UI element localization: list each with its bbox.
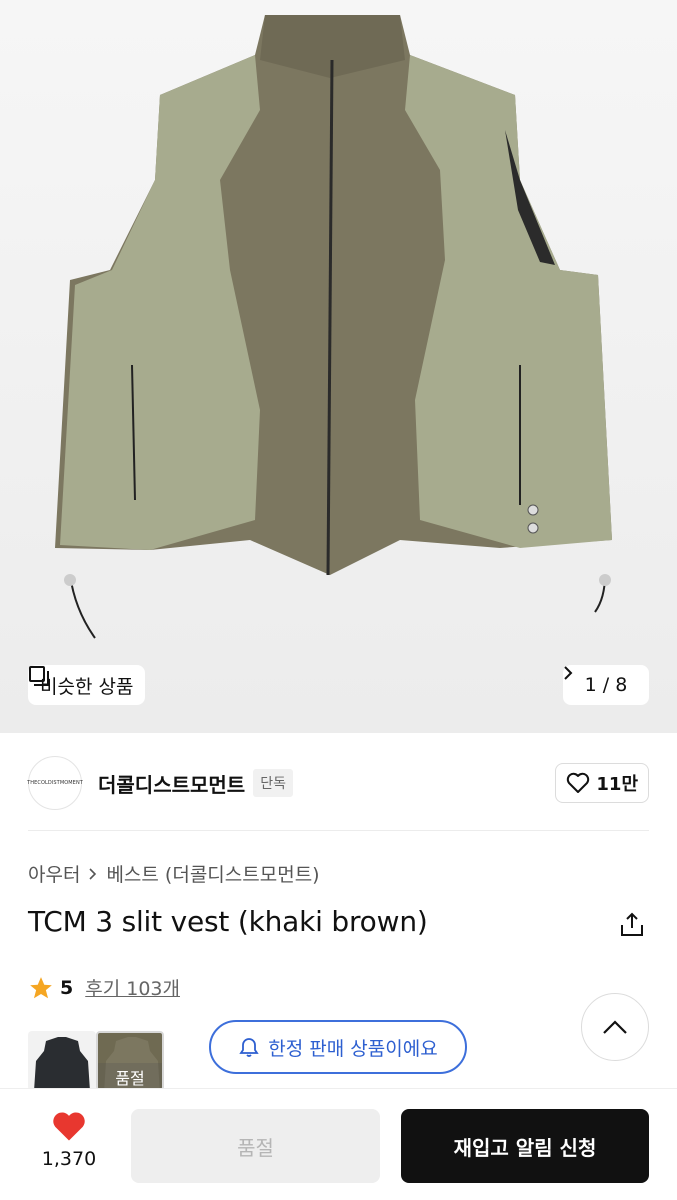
share-icon[interactable] [618,911,646,939]
breadcrumb: 아우터 베스트 (더콜디스트모먼트) [28,860,320,887]
wishlist-count: 1,370 [41,1148,97,1170]
rating-score: 5 [60,976,74,999]
similar-products-button[interactable]: 비슷한 상품 [28,665,146,705]
soldout-button[interactable]: 품절 [131,1109,380,1183]
chevron-right-icon [564,666,573,680]
limited-sale-text: 한정 판매 상품이에요 [268,1037,438,1060]
chevron-right-icon [89,867,97,880]
reviews-link[interactable]: 후기 103개 [85,974,180,1001]
exclusive-badge: 단독 [253,769,293,797]
star-icon [30,976,52,998]
scroll-to-top-button[interactable] [581,993,649,1061]
brand-name[interactable]: 더콜디스트모먼트 [98,769,245,798]
vest-illustration [55,15,612,639]
thumbnail-soldout-label: 품절 [98,1063,162,1089]
similar-icon [29,666,49,686]
rating-row: 5 후기 103개 [28,974,180,1001]
limited-sale-notice[interactable]: 한정 판매 상품이에요 [209,1020,467,1074]
breadcrumb-subcategory[interactable]: 베스트 (더콜디스트모먼트) [106,860,319,887]
brand-logo-text: THECOLDISTMOMENT [27,780,83,786]
wishlist-button[interactable]: 1,370 [28,1110,110,1170]
image-pager[interactable]: 1 / 8 [563,665,649,705]
pager-text: 1 / 8 [584,674,628,696]
brand-logo[interactable]: THECOLDISTMOMENT [27,756,83,810]
breadcrumb-category[interactable]: 아우터 [28,860,80,887]
brand-like-count: 11만 [596,774,638,795]
brand-row: THECOLDISTMOMENT 더콜디스트모먼트 단독 11만 [27,755,649,811]
product-title: TCM 3 slit vest (khaki brown) [28,905,428,938]
bell-icon [239,1038,259,1057]
color-option-khaki[interactable]: 품절 [96,1031,164,1091]
restock-alert-button[interactable]: 재입고 알림 신청 [401,1109,649,1183]
heart-filled-icon [53,1112,85,1141]
product-image[interactable]: 비슷한 상품 1 / 8 [0,0,677,733]
vest-thumbnail-black [34,1037,90,1091]
color-option-black[interactable] [28,1031,96,1091]
similar-products-label: 비슷한 상품 [40,675,134,698]
chevron-up-icon [603,1020,627,1034]
brand-like-button[interactable]: 11만 [555,763,649,803]
divider [28,830,649,831]
heart-outline-icon [567,772,590,793]
